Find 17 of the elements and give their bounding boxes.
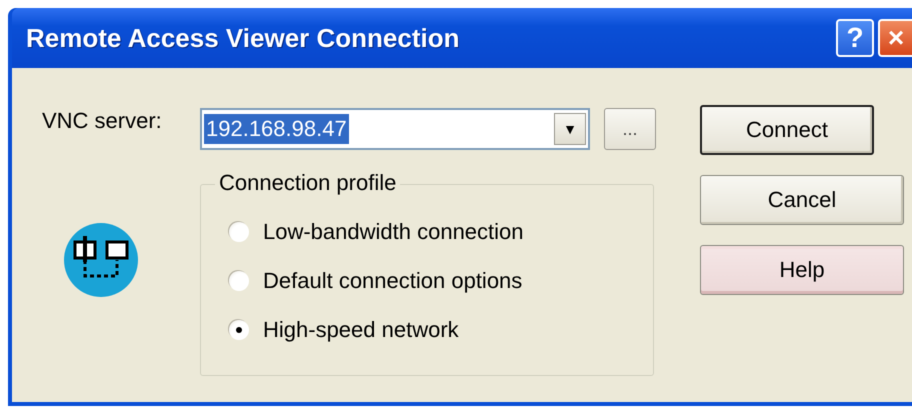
dialog-button[interactable]: Connect (700, 105, 874, 155)
network-computers-icon (63, 222, 139, 298)
radio-label: High-speed network (263, 317, 459, 343)
window-title: Remote Access Viewer Connection (26, 22, 460, 54)
radio-button[interactable] (229, 271, 249, 291)
server-address: 192.168.98.47 (204, 114, 349, 144)
radio-button[interactable] (229, 320, 249, 340)
dialog-button[interactable]: Cancel (700, 175, 904, 225)
browse-button[interactable]: ... (604, 108, 656, 150)
field-label: VNC server: (42, 108, 163, 134)
radio-button[interactable] (229, 222, 249, 242)
radio-label: Low-bandwidth connection (263, 219, 524, 245)
help-button[interactable]: ? (836, 19, 874, 57)
dialog-button[interactable]: Help (700, 245, 904, 295)
radio-label: Default connection options (263, 268, 522, 294)
server-combo-box[interactable]: 192.168.98.47 ▼ (200, 108, 590, 150)
dropdown-button[interactable]: ▼ (554, 113, 586, 145)
